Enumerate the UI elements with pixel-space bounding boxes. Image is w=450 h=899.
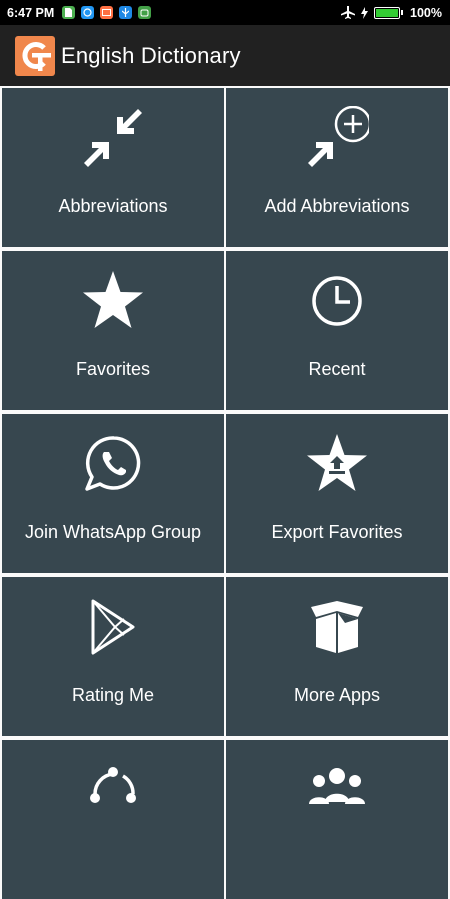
sim-card-icon: [62, 6, 76, 19]
share-tile[interactable]: [2, 740, 224, 899]
battery-level: [376, 8, 399, 17]
add-abbreviation-icon: [308, 106, 369, 167]
share-icon: [90, 767, 136, 803]
airplane-mode-icon: [341, 6, 356, 19]
group-icon: [309, 768, 365, 804]
battery-icon: [374, 6, 404, 19]
vpn-icon: [119, 6, 133, 19]
abbreviations-tile[interactable]: Abbreviations: [2, 88, 224, 247]
favorites-label: Favorites: [75, 359, 151, 379]
star-upload-icon: [307, 434, 367, 491]
charging-bolt-icon: [361, 6, 369, 19]
abbreviations-label: Abbreviations: [58, 196, 168, 216]
battery-percent: 100%: [410, 5, 442, 20]
join-whatsapp-group-tile[interactable]: Join WhatsApp Group: [2, 414, 224, 573]
app-bar: English Dictionary: [0, 25, 450, 86]
open-box-icon: [311, 601, 363, 653]
favorites-tile[interactable]: Favorites: [2, 251, 224, 410]
app-title: English Dictionary: [61, 42, 241, 68]
export-favorites-label: Export Favorites: [271, 522, 403, 542]
rating-me-label: Rating Me: [71, 685, 155, 705]
notification-icons: [62, 6, 152, 19]
menu-grid: Abbreviations Add Abbreviations Favorite…: [0, 86, 450, 899]
app-logo: [15, 35, 55, 76]
group-tile[interactable]: [226, 740, 448, 899]
recent-label: Recent: [308, 359, 366, 379]
play-store-icon: [91, 599, 135, 655]
join-whatsapp-group-label: Join WhatsApp Group: [24, 522, 202, 542]
message-icon: [100, 6, 114, 19]
more-apps-label: More Apps: [293, 685, 381, 705]
add-abbreviations-tile[interactable]: Add Abbreviations: [226, 88, 448, 247]
recent-tile[interactable]: Recent: [226, 251, 448, 410]
clock-icon: [312, 276, 362, 326]
browser-icon: [81, 6, 95, 19]
status-right: 100%: [341, 6, 442, 20]
add-abbreviations-label: Add Abbreviations: [264, 196, 410, 216]
whatsapp-icon: [85, 436, 141, 491]
status-bar: 6:47 PM 100%: [0, 0, 450, 25]
robot-icon: [138, 6, 152, 19]
export-favorites-tile[interactable]: Export Favorites: [226, 414, 448, 573]
more-apps-tile[interactable]: More Apps: [226, 577, 448, 736]
rating-me-tile[interactable]: Rating Me: [2, 577, 224, 736]
compress-arrows-icon: [84, 109, 142, 167]
star-icon: [83, 271, 143, 328]
status-time: 6:47 PM: [7, 5, 55, 20]
